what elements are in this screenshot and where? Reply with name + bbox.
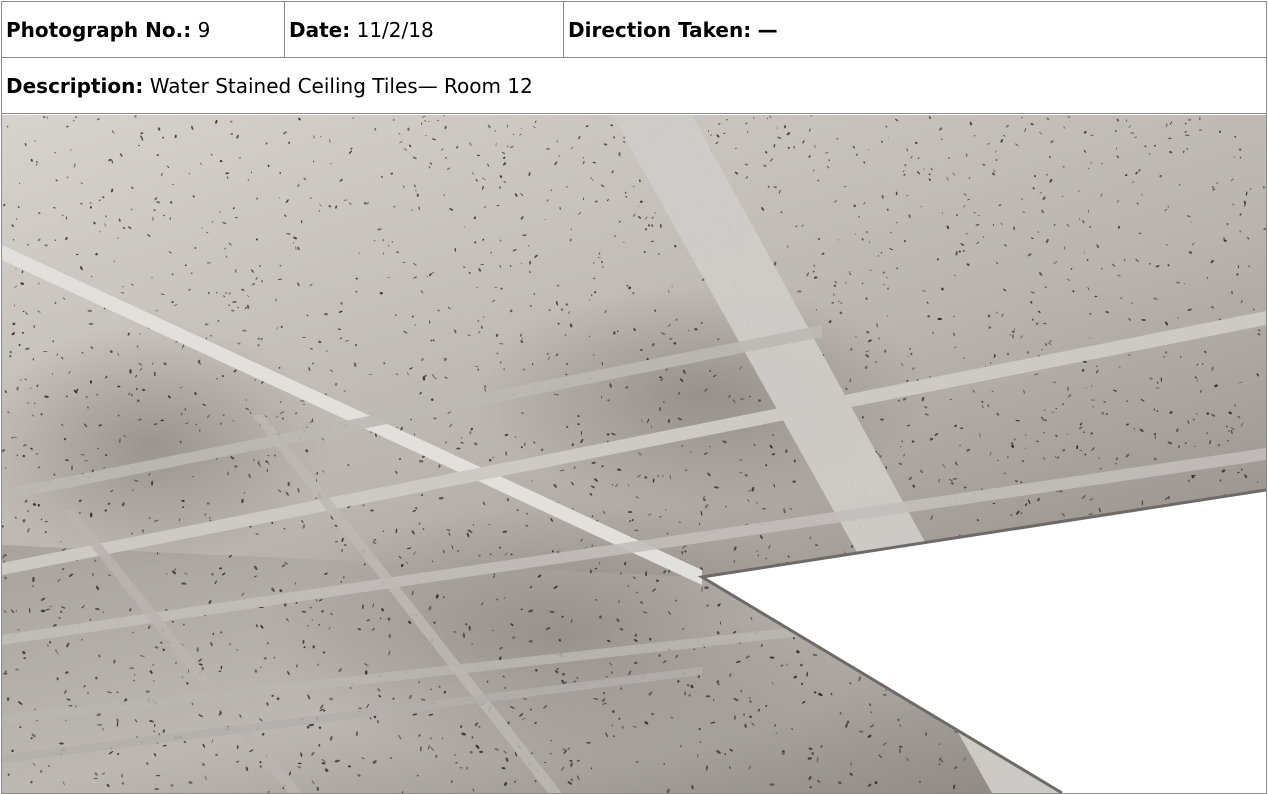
photo-number-cell: Photograph No.: 9 <box>2 2 285 57</box>
description-row: Description: Water Stained Ceiling Tiles… <box>2 58 1266 114</box>
date-cell: Date: 11/2/18 <box>285 2 564 57</box>
direction-label: Direction Taken: <box>568 18 752 42</box>
description-cell: Description: Water Stained Ceiling Tiles… <box>2 58 1266 113</box>
direction-value: — <box>757 18 778 42</box>
description-label: Description: <box>6 74 144 98</box>
ceiling-tiles-image <box>2 115 1266 793</box>
ceiling-photo <box>2 115 1266 793</box>
description-value: Water Stained Ceiling Tiles— Room 12 <box>149 74 533 98</box>
date-label: Date: <box>289 18 351 42</box>
date-value: 11/2/18 <box>356 18 434 42</box>
photo-number-label: Photograph No.: <box>6 18 192 42</box>
photo-log-sheet: Photograph No.: 9 Date: 11/2/18 Directio… <box>1 1 1267 794</box>
photo-number-value: 9 <box>197 18 211 42</box>
direction-cell: Direction Taken: — <box>564 2 1266 57</box>
header-row: Photograph No.: 9 Date: 11/2/18 Directio… <box>2 2 1266 58</box>
